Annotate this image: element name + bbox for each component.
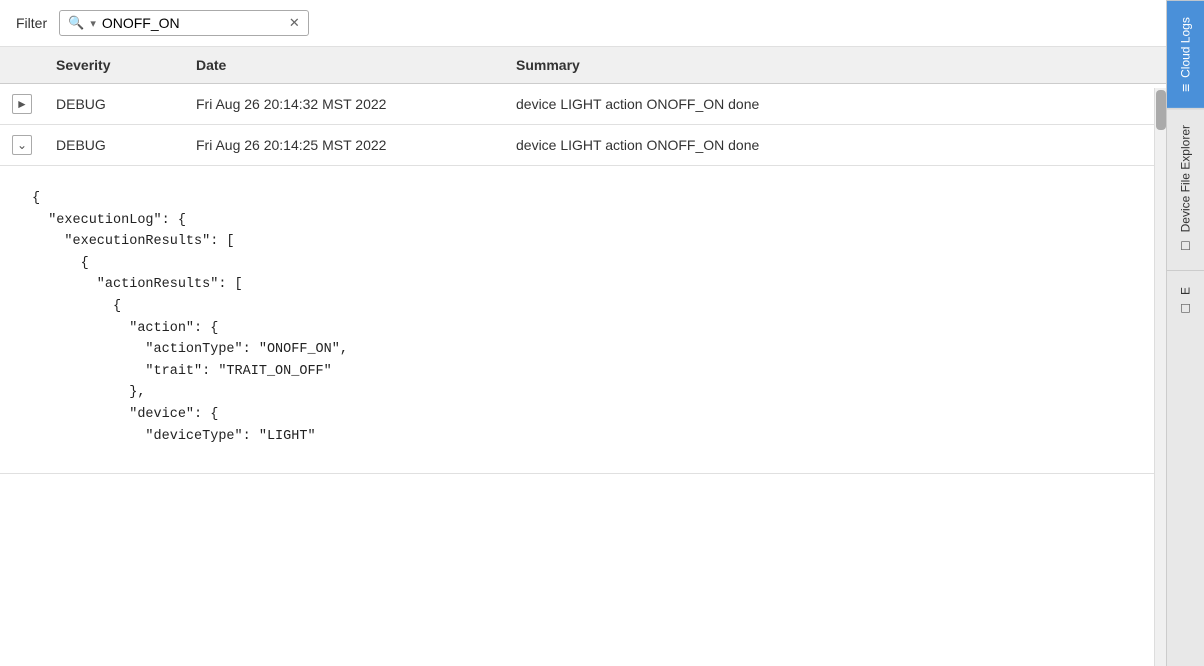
cloud-logs-icon: ≡ — [1178, 84, 1194, 92]
scrollbar-thumb[interactable] — [1156, 90, 1166, 130]
search-icon: 🔍 — [68, 15, 84, 31]
row1-date: Fri Aug 26 20:14:32 MST 2022 — [184, 84, 504, 125]
sidebar-tab-cloud-logs[interactable]: ≡ Cloud Logs — [1167, 0, 1204, 108]
row2-date: Fri Aug 26 20:14:25 MST 2022 — [184, 125, 504, 166]
row2-expander-cell: ⌄ — [0, 125, 44, 166]
sidebar-tab-extra[interactable]: □ E — [1167, 270, 1204, 333]
right-sidebar: ≡ Cloud Logs □ Device File Explorer □ E — [1166, 0, 1204, 666]
filter-bar: Filter 🔍 ▾ ✕ — [0, 0, 1166, 47]
log-table: Severity Date Summary ► DEBUG Fri Aug 26… — [0, 47, 1166, 474]
severity-col-header: Severity — [44, 47, 184, 84]
filter-label: Filter — [16, 15, 47, 31]
table-row: ► DEBUG Fri Aug 26 20:14:32 MST 2022 dev… — [0, 84, 1166, 125]
table-header-row: Severity Date Summary — [0, 47, 1166, 84]
json-content-cell: { "executionLog": { "executionResults": … — [0, 166, 1166, 474]
sidebar-tab-device-file-explorer[interactable]: □ Device File Explorer — [1167, 108, 1204, 270]
row1-severity: DEBUG — [44, 84, 184, 125]
log-table-container: Severity Date Summary ► DEBUG Fri Aug 26… — [0, 47, 1166, 474]
table-row: ⌄ DEBUG Fri Aug 26 20:14:25 MST 2022 dev… — [0, 125, 1166, 166]
summary-col-header: Summary — [504, 47, 1166, 84]
filter-input[interactable] — [102, 15, 283, 31]
extra-label: E — [1179, 287, 1193, 295]
json-content: { "executionLog": { "executionResults": … — [12, 176, 1154, 463]
expander-col-header — [0, 47, 44, 84]
cloud-logs-label: Cloud Logs — [1179, 17, 1193, 78]
filter-input-wrapper: 🔍 ▾ ✕ — [59, 10, 309, 36]
clear-filter-icon[interactable]: ✕ — [289, 15, 300, 31]
expanded-json-row: { "executionLog": { "executionResults": … — [0, 166, 1166, 474]
device-file-explorer-icon: □ — [1178, 238, 1194, 254]
row1-expand-button[interactable]: ► — [12, 94, 32, 114]
extra-icon: □ — [1178, 301, 1194, 317]
row1-summary: device LIGHT action ONOFF_ON done — [504, 84, 1166, 125]
date-col-header: Date — [184, 47, 504, 84]
row2-expand-button[interactable]: ⌄ — [12, 135, 32, 155]
row2-summary: device LIGHT action ONOFF_ON done — [504, 125, 1166, 166]
row1-expander-cell: ► — [0, 84, 44, 125]
device-file-explorer-label: Device File Explorer — [1179, 125, 1193, 232]
row2-severity: DEBUG — [44, 125, 184, 166]
scrollbar[interactable] — [1154, 88, 1166, 666]
filter-dropdown-icon[interactable]: ▾ — [90, 17, 96, 30]
